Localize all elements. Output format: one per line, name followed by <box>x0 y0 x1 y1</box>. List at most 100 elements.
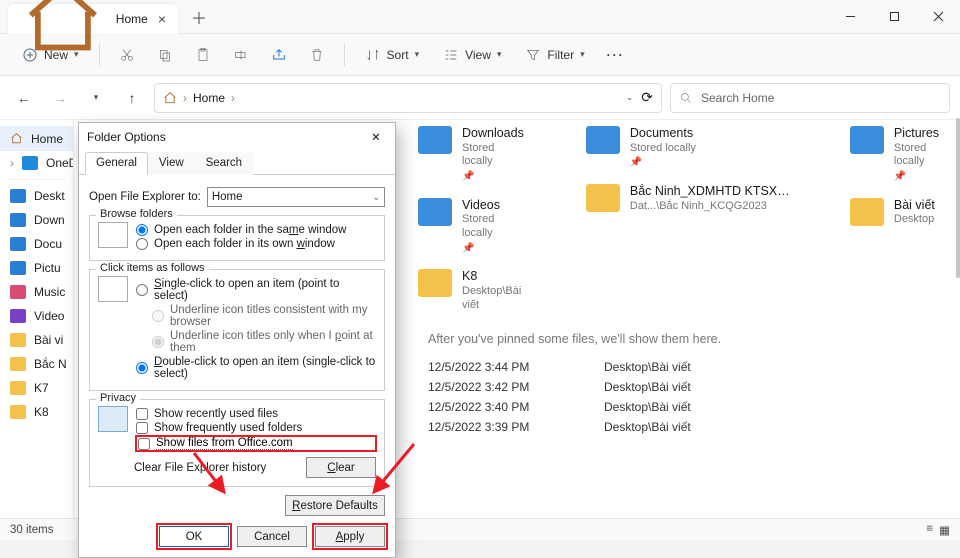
view-button[interactable]: View▾ <box>433 40 511 70</box>
clear-button[interactable]: Clear <box>306 457 376 478</box>
radio-own-window[interactable]: Open each folder in its own window <box>136 238 376 250</box>
sort-button[interactable]: Sort▾ <box>355 40 430 70</box>
sort-icon <box>365 47 381 63</box>
tab-general[interactable]: General <box>85 152 148 175</box>
ok-button[interactable]: OK <box>159 526 229 547</box>
sidebar-item-downloads[interactable]: Down <box>0 208 73 232</box>
folder-icon <box>10 333 26 347</box>
sidebar-item-label: OneD <box>46 156 74 170</box>
delete-button[interactable] <box>300 40 334 70</box>
new-tab-button[interactable]: ＋ <box>184 2 214 32</box>
back-button[interactable]: ← <box>10 84 38 112</box>
folder-icon <box>10 405 26 419</box>
recent-path: Desktop\Bài viết <box>604 400 824 414</box>
details-view-button[interactable]: ≡ <box>926 523 933 537</box>
share-button[interactable] <box>262 40 296 70</box>
folder-icon <box>418 198 452 226</box>
sidebar-item-desktop[interactable]: Deskt <box>0 184 73 208</box>
group-privacy: Privacy Show recently used files Show fr… <box>89 399 385 487</box>
chevron-down-icon[interactable]: ⌄ <box>626 92 634 103</box>
sidebar-item-label: K7 <box>34 381 49 395</box>
cancel-button[interactable]: Cancel <box>237 526 307 547</box>
new-label: New <box>44 48 68 62</box>
new-button[interactable]: New ▾ <box>12 40 89 70</box>
sidebar-item-folder[interactable]: Bắc N <box>0 352 73 376</box>
radio-single-click[interactable]: Single-click to open an item (point to s… <box>136 278 376 302</box>
folder-item[interactable]: DownloadsStored locally📌 <box>418 126 526 184</box>
search-input[interactable]: Search Home <box>670 83 950 113</box>
check-office-files[interactable]: Show files from Office.com <box>136 436 376 451</box>
dialog-close-button[interactable]: ✕ <box>365 126 387 148</box>
apply-button[interactable]: Apply <box>315 526 385 547</box>
folder-icon <box>10 381 26 395</box>
folder-sub: Stored locally <box>462 213 526 241</box>
sidebar-item-folder[interactable]: K7 <box>0 376 73 400</box>
folder-item[interactable]: DocumentsStored locally📌 <box>586 126 790 170</box>
paste-button[interactable] <box>186 40 220 70</box>
folder-item[interactable]: VideosStored locally📌 <box>418 198 526 256</box>
rename-button[interactable] <box>224 40 258 70</box>
recent-time: 12/5/2022 3:39 PM <box>428 420 578 434</box>
cloud-icon <box>22 156 38 170</box>
minimize-button[interactable] <box>828 0 872 34</box>
folder-item[interactable]: K8Desktop\Bài viết <box>418 269 526 312</box>
copy-icon <box>157 47 173 63</box>
separator <box>8 179 65 180</box>
cut-button[interactable] <box>110 40 144 70</box>
folder-item[interactable]: PicturesStored locally📌 <box>850 126 946 184</box>
folder-icon <box>10 357 26 371</box>
share-icon <box>271 47 287 63</box>
folder-item[interactable]: Bài viếtDesktop <box>850 198 946 227</box>
sidebar-item-label: Down <box>34 213 65 227</box>
radio-double-click[interactable]: Double-click to open an item (single-cli… <box>136 356 376 380</box>
sidebar-item-pictures[interactable]: Pictu <box>0 256 73 280</box>
recent-locations-button[interactable]: ▾ <box>82 84 110 112</box>
window-tab[interactable]: Home × <box>8 4 178 34</box>
more-button[interactable]: ··· <box>599 40 633 70</box>
dialog-titlebar[interactable]: Folder Options ✕ <box>79 123 395 151</box>
address-bar-row: ← → ▾ ↑ › Home › ⌄ ⟳ Search Home <box>0 76 960 120</box>
breadcrumb-home[interactable]: Home <box>193 91 225 105</box>
sidebar-item-folder[interactable]: Bài vi <box>0 328 73 352</box>
refresh-button[interactable]: ⟳ <box>641 89 653 106</box>
maximize-button[interactable] <box>872 0 916 34</box>
sidebar-item-folder[interactable]: K8 <box>0 400 73 424</box>
up-button[interactable]: ↑ <box>118 84 146 112</box>
folder-item[interactable]: Bắc Ninh_XDMHTD KTSX ...Dat...\Bắc Ninh_… <box>586 184 790 213</box>
view-icon <box>443 47 459 63</box>
close-tab-icon[interactable]: × <box>158 11 166 27</box>
sidebar-item-home[interactable]: Home <box>0 126 73 151</box>
tab-search[interactable]: Search <box>195 152 253 175</box>
tab-view[interactable]: View <box>148 152 195 175</box>
breadcrumb[interactable]: › Home › ⌄ ⟳ <box>154 83 662 113</box>
open-explorer-select[interactable]: Home ⌄ <box>207 187 385 207</box>
dialog-title: Folder Options <box>87 130 166 144</box>
sidebar-item-onedrive[interactable]: ›OneD <box>0 151 73 175</box>
pictures-icon <box>10 261 26 275</box>
radio-same-window[interactable]: Open each folder in the same window <box>136 224 376 236</box>
dialog-tabs: General View Search <box>79 151 395 175</box>
scrollbar[interactable] <box>956 118 960 278</box>
folder-icon <box>418 269 452 297</box>
sidebar-item-videos[interactable]: Video <box>0 304 73 328</box>
recent-path: Desktop\Bài viết <box>604 360 824 374</box>
forward-button[interactable]: → <box>46 84 74 112</box>
restore-defaults-button[interactable]: Restore Defaults <box>285 495 385 516</box>
chevron-down-icon: ▾ <box>497 49 502 60</box>
sidebar-item-label: Music <box>34 285 65 299</box>
recent-path: Desktop\Bài viết <box>604 380 824 394</box>
filter-button[interactable]: Filter▾ <box>515 40 594 70</box>
tiles-view-button[interactable]: ▦ <box>939 523 950 537</box>
copy-button[interactable] <box>148 40 182 70</box>
check-recent-files[interactable]: Show recently used files <box>136 408 376 420</box>
check-frequent-folders[interactable]: Show frequently used folders <box>136 422 376 434</box>
folder-icon <box>586 184 620 212</box>
privacy-icon <box>98 406 128 432</box>
close-window-button[interactable] <box>916 0 960 34</box>
sidebar-item-music[interactable]: Music <box>0 280 73 304</box>
folder-icon <box>586 126 620 154</box>
sidebar-item-label: K8 <box>34 405 49 419</box>
folder-preview-icon <box>98 222 128 248</box>
breadcrumb-sep: › <box>183 91 187 105</box>
sidebar-item-documents[interactable]: Docu <box>0 232 73 256</box>
